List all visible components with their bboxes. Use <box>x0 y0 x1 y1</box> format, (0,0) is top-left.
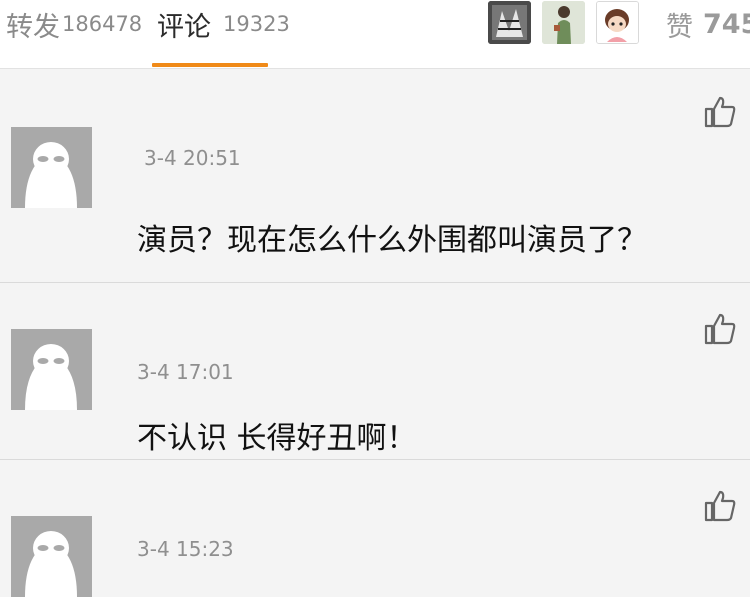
comment-time: 3-4 20:51 <box>144 146 241 170</box>
comment-time: 3-4 15:23 <box>137 537 234 561</box>
tab-likes[interactable]: 赞 745 <box>666 0 750 48</box>
liker-avatar-image <box>597 2 638 43</box>
tab-comments-label: 评论 <box>157 11 211 43</box>
tab-forward-label: 转发 <box>6 11 60 43</box>
tab-comments-count: 19323 <box>223 12 290 36</box>
comment-text: 不认识 长得好丑啊！ <box>137 421 417 456</box>
avatar[interactable] <box>11 329 92 410</box>
tab-likes-count: 745 <box>703 8 750 40</box>
comment-item: 3-4 20:51 演员？现在怎么什么外围都叫演员了？ <box>0 69 750 282</box>
avatar[interactable] <box>11 127 92 208</box>
liker-avatar[interactable] <box>596 1 639 44</box>
liker-avatar-image <box>542 1 585 44</box>
avatar[interactable] <box>11 516 92 597</box>
thumbs-up-icon[interactable] <box>703 312 737 346</box>
comment-text: 演员？现在怎么什么外围都叫演员了？ <box>137 223 647 258</box>
thumbs-up-icon[interactable] <box>703 95 737 129</box>
default-avatar-icon <box>11 516 92 597</box>
comment-time: 3-4 17:01 <box>137 360 234 384</box>
active-tab-indicator <box>152 63 268 67</box>
comment-header-bar: 转发 186478 评论 19323 赞 745 <box>0 0 750 69</box>
default-avatar-icon <box>11 329 92 410</box>
comment-item: 3-4 15:23 <box>0 460 750 597</box>
tab-forward[interactable]: 转发 186478 <box>6 0 142 48</box>
tab-forward-count: 186478 <box>62 12 143 36</box>
liker-avatar[interactable] <box>488 1 531 44</box>
comment-item: 3-4 17:01 不认识 长得好丑啊！ <box>0 283 750 459</box>
liker-avatar-image <box>488 1 531 44</box>
liker-avatar[interactable] <box>542 1 585 44</box>
default-avatar-icon <box>11 127 92 208</box>
tab-likes-label: 赞 <box>666 11 693 43</box>
tab-comments[interactable]: 评论 19323 <box>157 0 290 48</box>
thumbs-up-icon[interactable] <box>703 489 737 523</box>
